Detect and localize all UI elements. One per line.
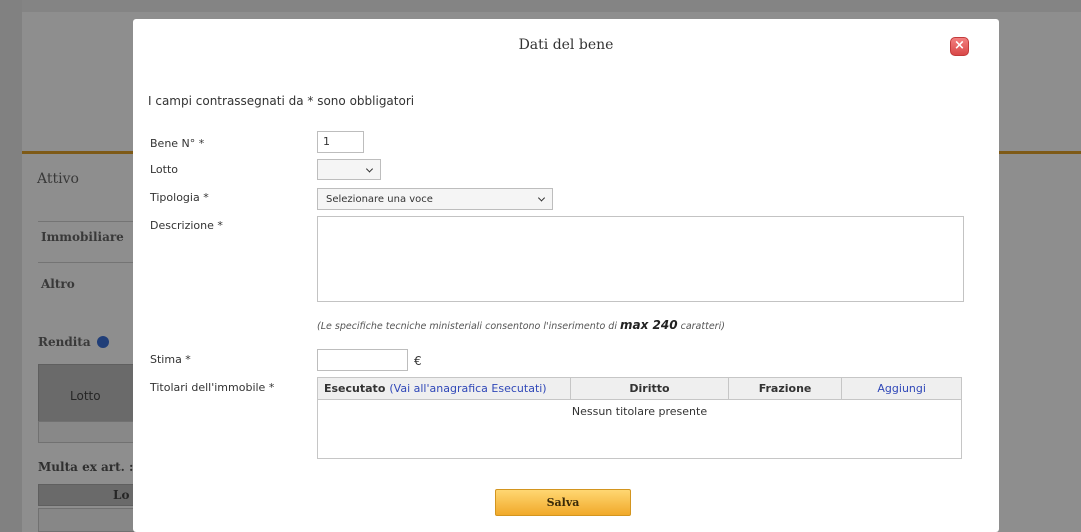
descrizione-label: Descrizione *: [150, 219, 223, 232]
col-diritto: Diritto: [571, 378, 729, 399]
hint-text: (Le specifiche tecniche ministeriali con…: [317, 321, 617, 332]
add-owner-link[interactable]: Aggiungi: [842, 378, 961, 399]
chevron-down-icon: [537, 194, 546, 202]
dialog-title: Dati del bene: [518, 37, 614, 53]
lotto-select[interactable]: [317, 159, 381, 180]
tipologia-select-value: Selezionare una voce: [326, 193, 433, 205]
owners-table: Esecutato (Vai all'anagrafica Esecutati)…: [317, 377, 962, 459]
titolari-label: Titolari dell'immobile *: [150, 381, 275, 394]
esecutati-registry-link[interactable]: (Vai all'anagrafica Esecutati): [389, 382, 546, 395]
save-button[interactable]: Salva: [495, 489, 631, 516]
char-limit-hint: (Le specifiche tecniche ministeriali con…: [317, 318, 725, 332]
required-fields-note: I campi contrassegnati da * sono obbliga…: [148, 94, 415, 108]
close-icon[interactable]: ×: [950, 37, 969, 56]
lotto-label: Lotto: [150, 163, 179, 176]
bene-label: Bene N° *: [150, 137, 205, 150]
bene-number-input[interactable]: 1: [317, 131, 364, 153]
dati-bene-dialog: Dati del bene × I campi contrassegnati d…: [133, 19, 999, 532]
stima-label: Stima *: [150, 353, 191, 366]
col-frazione: Frazione: [729, 378, 843, 399]
tipologia-label: Tipologia *: [150, 191, 209, 204]
stima-input[interactable]: [317, 349, 408, 371]
col-esecutato-label: Esecutato: [324, 382, 386, 395]
chevron-down-icon: [365, 164, 374, 173]
hint-tail: caratteri): [680, 321, 725, 332]
hint-max: max 240: [620, 318, 678, 332]
tipologia-select[interactable]: Selezionare una voce: [317, 188, 553, 210]
col-esecutato: Esecutato (Vai all'anagrafica Esecutati): [318, 378, 572, 399]
currency-symbol: €: [414, 354, 422, 368]
descrizione-textarea[interactable]: [317, 216, 964, 302]
owners-table-header: Esecutato (Vai all'anagrafica Esecutati)…: [318, 378, 961, 400]
owners-empty-message: Nessun titolare presente: [571, 405, 708, 418]
